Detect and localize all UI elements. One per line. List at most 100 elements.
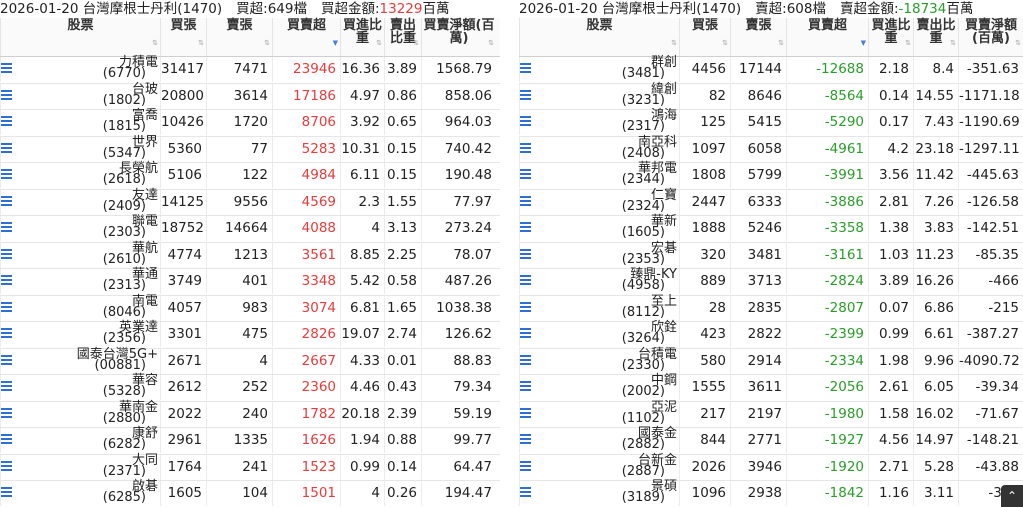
menu-icon[interactable] [1,195,12,207]
stock-name-cell[interactable]: 華航 (2610) [0,242,160,268]
stock-name-cell[interactable]: 聯電 (2303) [0,215,160,241]
header-buy-lots[interactable]: 買張 ⇅ [160,18,206,56]
stock-name-cell[interactable]: 英業達 (2356) [0,321,160,347]
stock-name-cell[interactable]: 長榮航 (2618) [0,162,160,188]
menu-icon[interactable] [520,63,531,74]
net-amount-cell: 1038.38 [421,295,496,321]
sort-icon: ⇅ [264,39,270,47]
header-net-lots[interactable]: 買賣超 ▼ [786,18,868,56]
stock-name-cell[interactable]: 中鋼 (2002) [519,374,679,400]
stock-name-cell[interactable]: 啟碁 (6285) [0,480,160,506]
header-stock[interactable]: 股票 ⇅ [519,18,679,56]
menu-icon[interactable] [1,142,12,154]
stock-name-cell[interactable]: 國泰台灣5G+ (00881) [0,348,160,374]
stock-name-cell[interactable]: 大同 (2371) [0,454,160,480]
stock-name-cell[interactable]: 南電 (8046) [0,295,160,321]
stock-name-cell[interactable]: 仁寶 (2324) [519,189,679,215]
stock-name-cell[interactable]: 臻鼎-KY (4958) [519,268,679,294]
stock-name-cell[interactable]: 宏碁 (2353) [519,242,679,268]
header-net-amount[interactable]: 買賣淨額(百萬) ⇅ [421,18,496,56]
stock-name-cell[interactable]: 華邦電 (2344) [519,162,679,188]
stock-name-cell[interactable]: 國泰金 (2882) [519,427,679,453]
net-lots-cell: -2824 [786,269,868,294]
table-row: 長榮航 (2618) 5106 122 4984 6.11 0.15 190.48 [0,162,500,190]
stock-name-cell[interactable]: 台積電 (2330) [519,348,679,374]
menu-icon[interactable] [1,301,12,313]
stock-name-cell[interactable]: 欣銓 (3264) [519,321,679,347]
header-buy-ratio[interactable]: 買進比重 ⇅ [868,18,913,56]
menu-icon[interactable] [1,381,12,392]
stock-code: (2371) [102,463,146,479]
header-stock[interactable]: 股票 ⇅ [0,18,160,56]
stock-name-cell[interactable]: 緯創 (3231) [519,83,679,109]
menu-icon[interactable] [1,354,12,366]
table-header: 股票 ⇅ 買張 ⇅ 賣張 ⇅ 買賣超 ▼ 買進比重 ⇅ 賣出比重 ⇅ 買賣淨額(百萬) ⇅ [0,18,500,57]
menu-icon[interactable] [520,89,531,101]
menu-icon[interactable] [1,116,12,127]
header-net-amount[interactable]: 買賣淨額(百萬) ⇅ [958,18,1023,56]
stock-name-cell[interactable]: 至上 (8112) [519,295,679,321]
menu-icon[interactable] [520,116,531,127]
stock-name-cell[interactable]: 力積電 (6770) [0,56,160,82]
menu-icon[interactable] [520,275,531,286]
net-amount-cell: -4090.72 [958,348,1023,374]
stock-name-cell[interactable]: 富喬 (1815) [0,109,160,135]
menu-icon[interactable] [1,248,12,260]
menu-icon[interactable] [1,169,12,180]
menu-icon[interactable] [1,328,12,339]
menu-icon[interactable] [1,275,12,286]
stock-name-cell[interactable]: 華南金 (2880) [0,401,160,427]
buy-ratio-cell: 1.38 [868,216,913,241]
header-sell-lots[interactable]: 賣張 ⇅ [730,18,786,56]
stock-name-cell[interactable]: 群創 (3481) [519,56,679,82]
menu-icon[interactable] [520,328,531,339]
menu-icon[interactable] [520,169,531,180]
stock-name-cell[interactable]: 友達 (2409) [0,189,160,215]
menu-icon[interactable] [1,89,12,101]
scroll-top-button[interactable]: ⌃ [1001,485,1023,507]
menu-icon[interactable] [1,487,12,498]
header-buy-lots[interactable]: 買張 ⇅ [679,18,730,56]
stock-name-cell[interactable]: 台新金 (2887) [519,454,679,480]
menu-icon[interactable] [520,222,531,233]
menu-icon[interactable] [520,407,531,419]
header-sell-ratio[interactable]: 賣出比重 ⇅ [913,18,958,56]
table-header: 股票 ⇅ 買張 ⇅ 賣張 ⇅ 買賣超 ▼ 買進比重 ⇅ 賣出比重 ⇅ 買賣淨額(百萬) ⇅ [519,18,1023,57]
buy-lots-cell: 1097 [679,136,730,162]
table-row: 華容 (5328) 2612 252 2360 4.46 0.43 79.34 [0,374,500,402]
menu-icon[interactable] [520,248,531,260]
amount-label: 賣超金額: [839,1,899,17]
stock-name-cell[interactable]: 華通 (2313) [0,268,160,294]
sell-lots-cell: 3481 [730,242,786,268]
menu-icon[interactable] [520,487,531,498]
header-sell-ratio[interactable]: 賣出比重 ⇅ [384,18,421,56]
sort-icon: ⇅ [488,39,494,47]
menu-icon[interactable] [1,407,12,419]
menu-icon[interactable] [1,434,12,445]
menu-icon[interactable] [520,434,531,445]
stock-name-cell[interactable]: 鴻海 (2317) [519,109,679,135]
stock-name-cell[interactable]: 亞泥 (1102) [519,401,679,427]
header-net-lots[interactable]: 買賣超 ▼ [272,18,340,56]
stock-name-cell[interactable]: 華容 (5328) [0,374,160,400]
header-sell-lots[interactable]: 賣張 ⇅ [206,18,272,56]
net-lots-cell: 4984 [272,163,340,188]
menu-icon[interactable] [520,301,531,313]
menu-icon[interactable] [520,381,531,392]
menu-icon[interactable] [1,460,12,472]
stock-name-cell[interactable]: 世界 (5347) [0,136,160,162]
menu-icon[interactable] [520,195,531,207]
stock-code: (5328) [102,384,146,399]
header-buy-ratio[interactable]: 買進比重 ⇅ [340,18,384,56]
stock-name-cell[interactable]: 南亞科 (2408) [519,136,679,162]
menu-icon[interactable] [1,63,12,74]
menu-icon[interactable] [520,354,531,366]
stock-name-cell[interactable]: 台玻 (1802) [0,83,160,109]
stock-name-cell[interactable]: 華新 (1605) [519,215,679,241]
stock-name-cell[interactable]: 康舒 (6282) [0,427,160,453]
net-lots-cell: 8706 [272,110,340,135]
menu-icon[interactable] [1,222,12,233]
menu-icon[interactable] [520,460,531,472]
stock-name-cell[interactable]: 景碩 (3189) [519,480,679,506]
menu-icon[interactable] [520,142,531,154]
